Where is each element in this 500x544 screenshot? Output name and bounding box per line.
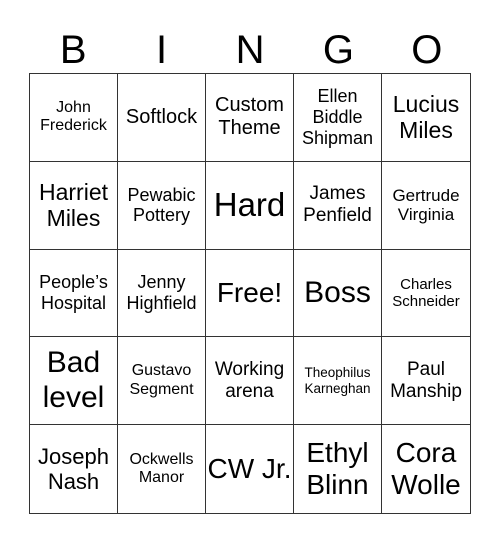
- header-letter-i: I: [156, 28, 168, 72]
- bingo-cell[interactable]: Gustavo Segment: [118, 337, 206, 426]
- bingo-cell[interactable]: Joseph Nash: [30, 425, 118, 513]
- bingo-cell[interactable]: Gertrude Virginia: [382, 162, 470, 250]
- bingo-cell[interactable]: Bad level: [30, 337, 118, 426]
- bingo-cell[interactable]: Cora Wolle: [382, 425, 470, 513]
- bingo-cell[interactable]: Ellen Biddle Shipman: [294, 74, 382, 162]
- bingo-cell[interactable]: Lucius Miles: [382, 74, 470, 162]
- bingo-cell[interactable]: Hard: [206, 161, 294, 250]
- bingo-cell[interactable]: CW Jr.: [206, 425, 294, 513]
- header-letter-n: N: [235, 28, 265, 72]
- header-letter-b: B: [59, 28, 87, 72]
- header-letter-g: G: [322, 28, 354, 72]
- bingo-cell[interactable]: Ethyl Blinn: [294, 425, 382, 513]
- bingo-cell[interactable]: Harriet Miles: [30, 161, 118, 250]
- bingo-cell[interactable]: Jenny Highfield: [118, 249, 206, 338]
- bingo-cell[interactable]: Boss: [294, 249, 382, 338]
- bingo-cell[interactable]: Paul Manship: [382, 337, 470, 426]
- bingo-cell[interactable]: Pewabic Pottery: [118, 161, 206, 250]
- header-letter-o: O: [411, 28, 443, 72]
- bingo-cell[interactable]: Softlock: [118, 74, 206, 162]
- bingo-cell[interactable]: People’s Hospital: [30, 249, 118, 338]
- bingo-cell[interactable]: Working arena: [206, 337, 294, 426]
- bingo-cell[interactable]: Charles Schneider: [382, 250, 470, 338]
- bingo-cell[interactable]: Theophilus Karneghan: [294, 337, 382, 426]
- bingo-cell[interactable]: Ockwells Manor: [118, 425, 206, 513]
- bingo-grid: John Frederick Softlock Custom Theme Ell…: [29, 73, 471, 514]
- bingo-header: B I N G O: [29, 28, 471, 72]
- bingo-cell[interactable]: Custom Theme: [206, 74, 294, 162]
- bingo-cell[interactable]: James Penfield: [294, 161, 382, 250]
- free-space-cell[interactable]: Free!: [206, 249, 294, 338]
- bingo-cell[interactable]: John Frederick: [30, 74, 118, 162]
